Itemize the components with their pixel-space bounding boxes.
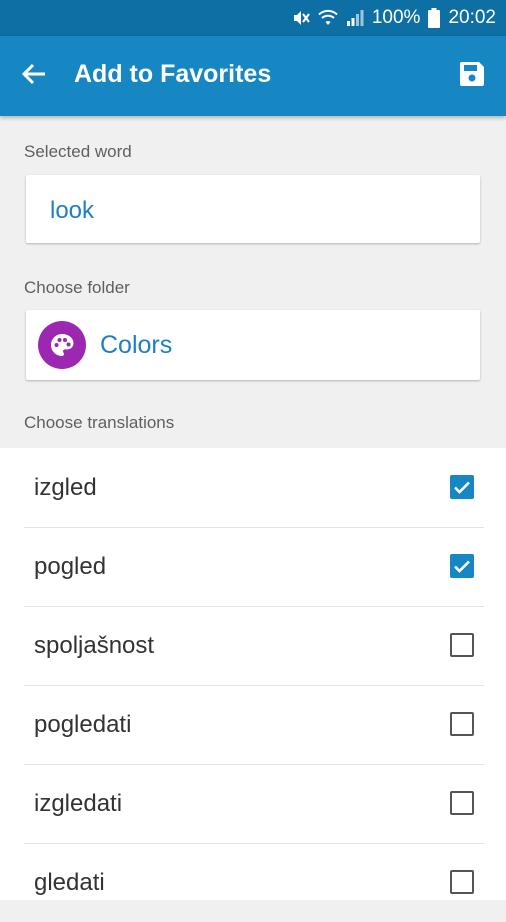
translation-label: pogledati: [34, 711, 132, 738]
list-item[interactable]: pogledati: [24, 685, 484, 765]
list-item[interactable]: izgled: [24, 448, 484, 528]
list-item[interactable]: gledati: [24, 843, 484, 922]
clock: 20:02: [448, 7, 496, 28]
selected-word-value: look: [50, 197, 95, 224]
translation-label: gledati: [34, 869, 105, 896]
folder-name: Colors: [100, 331, 173, 359]
list-item[interactable]: spoljašnost: [24, 606, 484, 686]
app-bar: Add to Favorites: [0, 36, 506, 116]
battery-percent: 100%: [371, 7, 421, 28]
selected-word-field[interactable]: look: [26, 175, 480, 243]
wifi-icon: [318, 9, 338, 27]
translation-label: izgled: [34, 474, 97, 501]
list-item[interactable]: izgledati: [24, 764, 484, 844]
palette-icon: [38, 321, 86, 369]
folder-selector[interactable]: Colors: [26, 310, 480, 380]
list-item[interactable]: pogled: [24, 527, 484, 607]
choose-folder-label: Choose folder: [24, 278, 130, 297]
page-title: Add to Favorites: [74, 60, 272, 88]
translation-label: izgledati: [34, 790, 123, 817]
translations-list: izgled pogled spoljašnost pogledati izgl…: [0, 448, 506, 900]
checkbox-unchecked[interactable]: [450, 712, 474, 736]
checkbox-unchecked[interactable]: [450, 633, 474, 657]
selected-word-label: Selected word: [24, 142, 132, 161]
arrow-back-icon: [21, 61, 47, 92]
save-icon: [458, 60, 486, 93]
choose-translations-label: Choose translations: [24, 413, 175, 432]
status-bar: 100% 20:02: [0, 0, 506, 36]
checkbox-unchecked[interactable]: [450, 870, 474, 894]
translation-label: pogled: [34, 553, 107, 580]
battery-icon: [428, 8, 441, 28]
signal-icon: [346, 9, 364, 27]
checkbox-checked[interactable]: [450, 475, 474, 499]
back-button[interactable]: [14, 56, 54, 96]
save-button[interactable]: [454, 58, 490, 94]
translation-label: spoljašnost: [34, 632, 155, 659]
checkbox-unchecked[interactable]: [450, 791, 474, 815]
mute-icon: [292, 9, 310, 27]
checkbox-checked[interactable]: [450, 554, 474, 578]
